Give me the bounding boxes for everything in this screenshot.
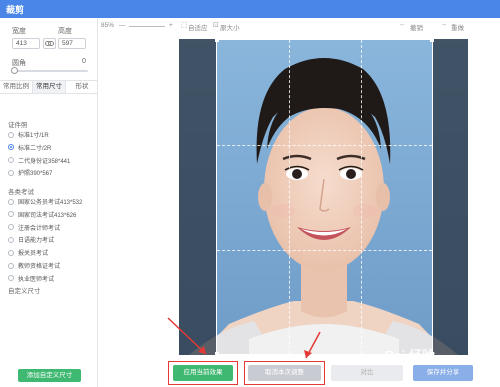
radio-unchecked[interactable]	[8, 262, 14, 269]
tab-common-size[interactable]: 常用尺寸	[33, 81, 66, 93]
size-option-label: 日语能力考试	[18, 238, 55, 245]
crop-grid-line	[361, 40, 362, 354]
custom-size-label: 自定义尺寸	[8, 288, 41, 295]
window-title: 裁剪	[6, 5, 25, 15]
add-custom-size-button[interactable]: 添加自定义尺寸	[18, 369, 81, 382]
height-input[interactable]: 597	[58, 38, 86, 49]
corner-radius-slider[interactable]	[13, 70, 88, 72]
size-option[interactable]: 报关员考试	[8, 248, 48, 257]
sidebar: 宽度 高度 413 597 圆角 0 常用比例 常用尺寸 形状 自定义尺寸 证件…	[0, 18, 98, 387]
corner-radius-value: 0	[82, 58, 86, 65]
zoom-out-button[interactable]: —	[119, 22, 126, 29]
size-option-label: 护照390*567	[18, 171, 53, 178]
link-icon	[45, 41, 54, 46]
annotation-arrows	[167, 317, 321, 359]
width-input[interactable]: 413	[12, 38, 40, 49]
crop-grid-line	[217, 145, 432, 146]
crop-grid-line	[217, 250, 432, 251]
radio-unchecked[interactable]	[8, 198, 14, 205]
size-option[interactable]: 教师资格证考试	[8, 261, 60, 270]
original-size-icon: ⊡	[213, 22, 219, 29]
size-option-label: 标准二寸/2R	[18, 145, 52, 152]
crop-handle-top-right[interactable]	[430, 38, 434, 42]
group-title: 证件照	[8, 122, 28, 129]
crop-frame[interactable]	[215, 38, 434, 356]
size-option-label: 国家公务员考试413*532	[18, 200, 83, 206]
tab-shape[interactable]: 形状	[66, 81, 98, 93]
original-size-button[interactable]: 原大小	[220, 22, 240, 32]
size-option[interactable]: 标准1寸/1R	[8, 130, 49, 139]
crop-handle-top-left[interactable]	[215, 38, 219, 42]
tab-common-ratio[interactable]: 常用比例	[0, 81, 33, 93]
size-option[interactable]: 注册会计师考试	[8, 223, 60, 232]
crop-mask-left	[179, 39, 216, 355]
size-option[interactable]: 标准二寸/2R	[8, 143, 51, 152]
radio-unchecked[interactable]	[8, 157, 14, 164]
group-title: 各类考试	[8, 189, 34, 196]
radio-unchecked[interactable]	[8, 275, 14, 282]
width-label: 宽度	[12, 28, 26, 35]
crop-dialog: 裁剪 宽度 高度 413 597 圆角 0 常用比例 常用尺寸 形状 自定义尺寸…	[0, 0, 500, 387]
radio-unchecked[interactable]	[8, 236, 14, 243]
crop-grid-line	[289, 40, 290, 354]
fit-icon: ⬚	[181, 22, 188, 29]
radio-unchecked[interactable]	[8, 131, 14, 138]
size-tabs: 常用比例 常用尺寸 形状	[0, 80, 98, 94]
size-option[interactable]: 国家公务员考试413*532	[8, 197, 82, 206]
size-option-label: 注册会计师考试	[18, 225, 61, 232]
redo-button[interactable]: 重做	[451, 22, 464, 32]
undo-icon: ←	[399, 21, 406, 28]
size-option[interactable]: 执业医师考试	[8, 274, 54, 283]
size-option[interactable]: 护照390*567	[8, 168, 52, 177]
height-label: 高度	[58, 28, 72, 35]
size-option-label: 国家司法考试413*626	[18, 212, 77, 219]
radio-checked[interactable]	[8, 144, 14, 151]
zoom-in-button[interactable]: +	[169, 22, 173, 29]
size-option[interactable]: 国家司法考试413*626	[8, 210, 76, 219]
corner-radius-handle[interactable]	[11, 67, 18, 74]
radio-unchecked[interactable]	[8, 224, 14, 231]
crop-mask-right	[433, 39, 468, 355]
undo-button[interactable]: 撤销	[410, 22, 423, 32]
toolbar: 85% — + ⬚ 自适应 ⊡ 原大小 ← 撤销 → 重做	[99, 18, 500, 34]
size-option-label: 报关员考试	[18, 251, 49, 258]
lock-ratio-button[interactable]	[43, 38, 56, 49]
size-option-label: 标准1寸/1R	[18, 133, 49, 139]
zoom-level: 85%	[101, 22, 115, 29]
zoom-slider[interactable]	[129, 26, 165, 27]
size-option-label: 教师资格证考试	[18, 264, 61, 270]
title-bar: 裁剪	[0, 0, 500, 18]
save-share-button[interactable]: 保存并分享	[413, 365, 473, 381]
size-option[interactable]: 二代身份证358*441	[8, 156, 70, 165]
radio-unchecked[interactable]	[8, 249, 14, 256]
size-option-label: 二代身份证358*441	[18, 158, 71, 165]
size-option-label: 执业医师考试	[18, 276, 55, 283]
size-option[interactable]: 日语能力考试	[8, 235, 54, 244]
radio-unchecked[interactable]	[8, 211, 14, 218]
redo-icon: →	[440, 21, 447, 28]
radio-unchecked[interactable]	[8, 169, 14, 176]
fit-button[interactable]: 自适应	[188, 22, 208, 32]
